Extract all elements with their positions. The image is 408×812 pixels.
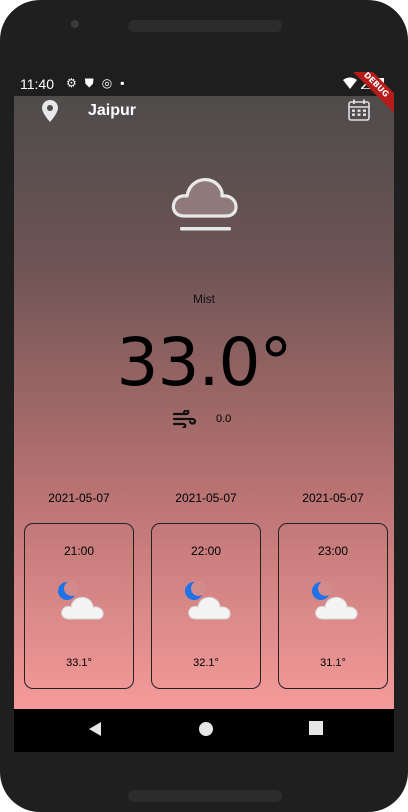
forecast-card[interactable]: 22:00 32.1°	[151, 523, 261, 689]
forecast-temperature: 31.1°	[320, 657, 346, 669]
shield-icon: ⛊	[84, 76, 94, 90]
sd-card-icon: ▪	[120, 76, 125, 90]
bottom-speaker	[128, 790, 282, 802]
recent-apps-icon[interactable]	[309, 721, 323, 735]
weather-condition: Mist	[193, 292, 215, 306]
phone-frame: 11:40 ⚙ ⛊ ◎ ▪ DEBUG Jaipur Mist 33.0° 0.…	[0, 0, 408, 812]
weather-app: 11:40 ⚙ ⛊ ◎ ▪ DEBUG Jaipur Mist 33.0° 0.…	[14, 72, 394, 709]
current-temperature: 33.0°	[116, 324, 293, 401]
night-partly-cloudy-icon	[185, 581, 231, 620]
forecast-card[interactable]: 21:00 33.1°	[24, 523, 134, 689]
forecast-time: 23:00	[317, 544, 349, 558]
forecast-date: 2021-05-07	[175, 491, 237, 505]
sync-icon: ◎	[101, 76, 113, 90]
status-bar: 11:40 ⚙ ⛊ ◎ ▪ DEBUG	[14, 72, 394, 119]
forecast-card[interactable]: 23:00 31.1°	[278, 523, 388, 689]
mist-icon	[171, 178, 238, 231]
calendar-icon[interactable]	[348, 99, 370, 121]
city-name: Jaipur	[88, 102, 137, 119]
back-icon[interactable]	[88, 721, 102, 737]
front-camera	[71, 20, 79, 28]
night-partly-cloudy-icon	[58, 581, 104, 620]
wind-icon	[172, 410, 197, 428]
app-bar: Jaipur	[14, 96, 394, 128]
wifi-icon	[343, 77, 357, 89]
forecast-time: 21:00	[63, 544, 95, 558]
screen: 11:40 ⚙ ⛊ ◎ ▪ DEBUG Jaipur Mist 33.0° 0.…	[14, 72, 394, 752]
forecast-date: 2021-05-07	[48, 491, 110, 505]
status-icons: ⚙ ⛊ ◎ ▪	[66, 76, 125, 91]
status-time: 11:40	[20, 76, 54, 92]
forecast-date: 2021-05-07	[302, 491, 364, 505]
night-partly-cloudy-icon	[312, 581, 358, 620]
settings-icon: ⚙	[66, 76, 77, 90]
wind-speed: 0.0	[216, 413, 232, 425]
location-pin-icon[interactable]	[42, 100, 58, 122]
forecast-temperature: 32.1°	[193, 657, 219, 669]
home-icon[interactable]	[198, 721, 214, 737]
forecast-time: 22:00	[190, 544, 222, 558]
navigation-bar	[14, 709, 394, 752]
forecast-temperature: 33.1°	[66, 657, 92, 669]
top-speaker	[128, 20, 282, 32]
